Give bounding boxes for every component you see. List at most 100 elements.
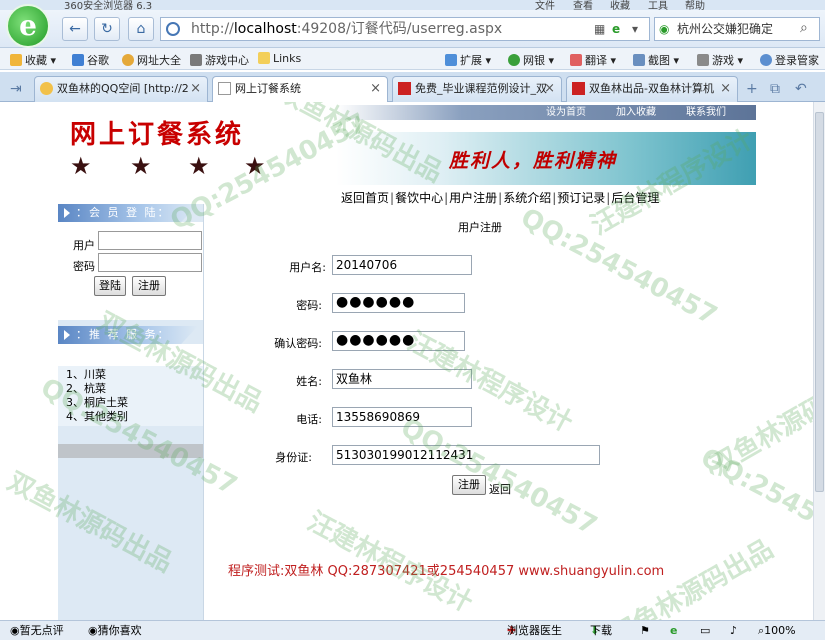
back-link[interactable]: 返回: [489, 481, 511, 497]
slogan: 胜利人，胜利精神: [449, 150, 618, 172]
main-menu: 返回首页|餐饮中心|用户注册|系统介绍|预订记录|后台管理: [341, 191, 660, 205]
recommend-item[interactable]: 2、杭菜: [66, 382, 203, 396]
dropdown-icon[interactable]: ▾: [632, 22, 638, 36]
site-nav-icon: [122, 54, 134, 66]
tab-graduation-design[interactable]: 免费_毕业课程范例设计_双 ×: [392, 76, 562, 102]
page-icon: [218, 82, 231, 95]
search-input[interactable]: 杭州公交嫌犯确定: [654, 17, 820, 41]
menu-view[interactable]: 查看: [573, 0, 593, 10]
close-icon[interactable]: ×: [370, 77, 381, 101]
address-bar[interactable]: http://localhost:49208/订餐代码/userreg.aspx: [160, 17, 650, 41]
tab-shuangyulin[interactable]: 双鱼林出品-双鱼林计算机 ×: [566, 76, 738, 102]
tab-qq-space[interactable]: 双鱼林的QQ空间 [http://2 ×: [34, 76, 208, 102]
toolbar-screenshot[interactable]: 截图 ▾: [633, 52, 679, 68]
star-icon: ★: [188, 152, 210, 180]
search-engine-icon[interactable]: ◉: [659, 22, 669, 36]
ie-mode-icon[interactable]: e: [612, 22, 620, 36]
close-icon[interactable]: ×: [190, 77, 201, 101]
toolbar-login-manager[interactable]: 登录管家: [760, 52, 819, 68]
star-icon: ★: [70, 152, 92, 180]
sidebar-toggle-icon[interactable]: ⇥: [10, 81, 22, 97]
star-icon: [40, 82, 53, 95]
recommend-heading: ：推 荐 服 务：: [58, 326, 198, 344]
recommend-item[interactable]: 4、其他类别: [66, 410, 203, 424]
menu-admin[interactable]: 后台管理: [611, 191, 659, 205]
id-card-input[interactable]: 513030199012112431: [332, 445, 600, 465]
toolbar-ebank[interactable]: 网银 ▾: [508, 52, 554, 68]
link-contact[interactable]: 联系我们: [686, 105, 726, 120]
recommend-spacer: [58, 344, 203, 366]
phone-input[interactable]: 13558690869: [332, 407, 472, 427]
toolbar-extensions[interactable]: 扩展 ▾: [445, 52, 491, 68]
page-scrollbar[interactable]: [813, 102, 825, 620]
site-security-icon[interactable]: [166, 22, 180, 36]
qr-icon[interactable]: ▦: [594, 22, 605, 36]
confirm-password-input[interactable]: ●●●●●●: [332, 331, 465, 351]
tab-order-system[interactable]: 网上订餐系统 ×: [212, 76, 388, 103]
zoom-level[interactable]: ⌕ 100%: [758, 621, 796, 640]
address-host: localhost: [233, 21, 297, 37]
window-icon[interactable]: ▭: [700, 621, 710, 640]
close-icon[interactable]: ×: [544, 77, 555, 101]
toolbar-games[interactable]: 游戏 ▾: [697, 52, 743, 68]
refresh-icon[interactable]: ↻: [94, 17, 120, 41]
password-input[interactable]: ●●●●●●: [332, 293, 465, 313]
menu-about[interactable]: 系统介绍: [503, 191, 551, 205]
register-submit-button[interactable]: 注册: [452, 475, 486, 495]
status-tool-icon[interactable]: ⚑: [640, 621, 650, 640]
ie-icon[interactable]: e: [670, 621, 677, 640]
recommend-item[interactable]: 3、桐庐土菜: [66, 396, 203, 410]
close-icon[interactable]: ×: [720, 77, 731, 101]
bookmark-google[interactable]: 谷歌: [72, 52, 109, 68]
watermark: QQ:254540457: [695, 442, 825, 572]
undo-close-icon[interactable]: ↶: [795, 81, 807, 97]
new-tab-icon[interactable]: +: [746, 81, 758, 97]
web-page: 设为首页 加入收藏 联系我们 网上订餐系统 ★ ★ ★ ★ 胜利人，胜利精神 返…: [0, 102, 825, 620]
login-panel: 用户 密码 登陆 注册: [58, 222, 203, 320]
name-label: 姓名:: [296, 375, 322, 388]
triangle-icon: [64, 330, 70, 340]
bookmark-favorites[interactable]: 收藏 ▾: [10, 52, 56, 68]
status-recommend[interactable]: ◉ 猜你喜欢: [88, 621, 142, 640]
scissors-icon: [633, 54, 645, 66]
toolbar-translate[interactable]: 翻译 ▾: [570, 52, 616, 68]
sidebar-divider-band: [58, 444, 203, 458]
link-set-homepage[interactable]: 设为首页: [546, 105, 586, 120]
menu-help[interactable]: 帮助: [685, 0, 705, 10]
browser-title: 360安全浏览器 6.3: [64, 1, 153, 10]
id-card-label: 身份证:: [275, 451, 312, 464]
password-label: 密码: [73, 260, 95, 273]
name-input[interactable]: 双鱼林: [332, 369, 472, 389]
volume-icon[interactable]: ♪: [730, 621, 737, 640]
link-add-favorite[interactable]: 加入收藏: [616, 105, 656, 120]
scrollbar-thumb[interactable]: [815, 112, 824, 492]
menu-favorites[interactable]: 收藏: [610, 0, 630, 10]
menu-file[interactable]: 文件: [535, 0, 555, 10]
menu-tools[interactable]: 工具: [648, 0, 668, 10]
login-password-input[interactable]: [98, 253, 202, 272]
back-icon[interactable]: ←: [62, 17, 88, 41]
menu-register[interactable]: 用户注册: [449, 191, 497, 205]
menu-home[interactable]: 返回首页: [341, 191, 389, 205]
menu-dining[interactable]: 餐饮中心: [395, 191, 443, 205]
gamepad-icon: [697, 54, 709, 66]
recommend-item[interactable]: 1、川菜: [66, 368, 203, 382]
login-username-input[interactable]: [98, 231, 202, 250]
form-title: 用户注册: [458, 221, 502, 234]
sidebar-register-button[interactable]: 注册: [132, 276, 166, 296]
address-prefix: http://: [191, 21, 234, 37]
status-rating[interactable]: ◉ 暂无点评: [10, 621, 64, 640]
restore-tab-icon[interactable]: ⧉: [770, 81, 780, 97]
login-button[interactable]: 登陆: [94, 276, 126, 296]
password-label: 密码:: [296, 299, 322, 312]
bookmark-game-center[interactable]: 游戏中心: [190, 52, 249, 68]
menu-orders[interactable]: 预订记录: [557, 191, 605, 205]
home-icon[interactable]: ⌂: [128, 17, 154, 41]
username-input[interactable]: 20140706: [332, 255, 472, 275]
confirm-password-label: 确认密码:: [274, 337, 322, 350]
search-icon[interactable]: ⌕: [800, 20, 808, 36]
bookmark-site-nav[interactable]: 网址大全: [122, 52, 181, 68]
bookmark-links[interactable]: Links: [258, 52, 301, 65]
site-favicon-icon: [398, 82, 411, 95]
phone-label: 电话:: [296, 413, 322, 426]
